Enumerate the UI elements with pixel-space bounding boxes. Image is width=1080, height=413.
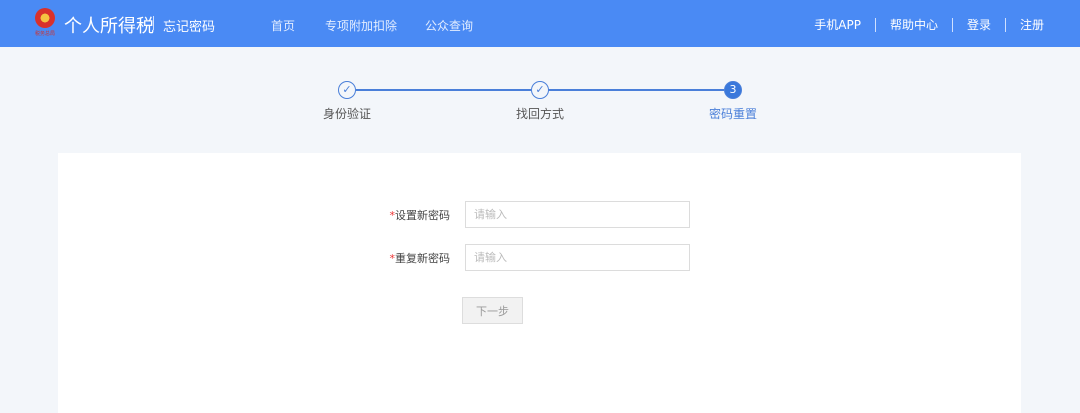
register-link[interactable]: 注册	[1006, 16, 1044, 33]
new-password-input[interactable]	[465, 201, 690, 228]
help-center-link[interactable]: 帮助中心	[876, 16, 952, 33]
step-number: 3	[724, 81, 742, 99]
tax-emblem-logo: 税务总局	[33, 8, 57, 40]
step-label: 找回方式	[516, 107, 565, 121]
new-password-label: *设置新密码	[389, 209, 451, 222]
next-button[interactable]: 下一步	[462, 297, 523, 324]
repeat-password-input[interactable]	[465, 244, 690, 271]
page-subtitle: 忘记密码	[163, 20, 216, 35]
divider	[153, 16, 154, 30]
nav-home[interactable]: 首页	[271, 17, 295, 34]
nav-special-deduction[interactable]: 专项附加扣除	[325, 17, 397, 34]
mobile-app-link[interactable]: 手机APP	[800, 16, 875, 33]
login-link[interactable]: 登录	[953, 16, 1005, 33]
step-label: 身份验证	[323, 107, 372, 121]
step-connector	[356, 89, 531, 91]
app-title: 个人所得税	[64, 16, 154, 37]
step-label-active: 密码重置	[709, 107, 758, 121]
check-icon: ✓	[531, 81, 549, 99]
nav-public-query[interactable]: 公众查询	[425, 17, 473, 34]
repeat-password-label: *重复新密码	[389, 252, 451, 265]
step-connector	[548, 89, 724, 91]
header: 税务总局 个人所得税 忘记密码 首页 专项附加扣除 公众查询 手机APP 帮助中…	[0, 0, 1080, 47]
check-icon: ✓	[338, 81, 356, 99]
reset-form-card: *设置新密码 *重复新密码 下一步	[58, 153, 1021, 413]
